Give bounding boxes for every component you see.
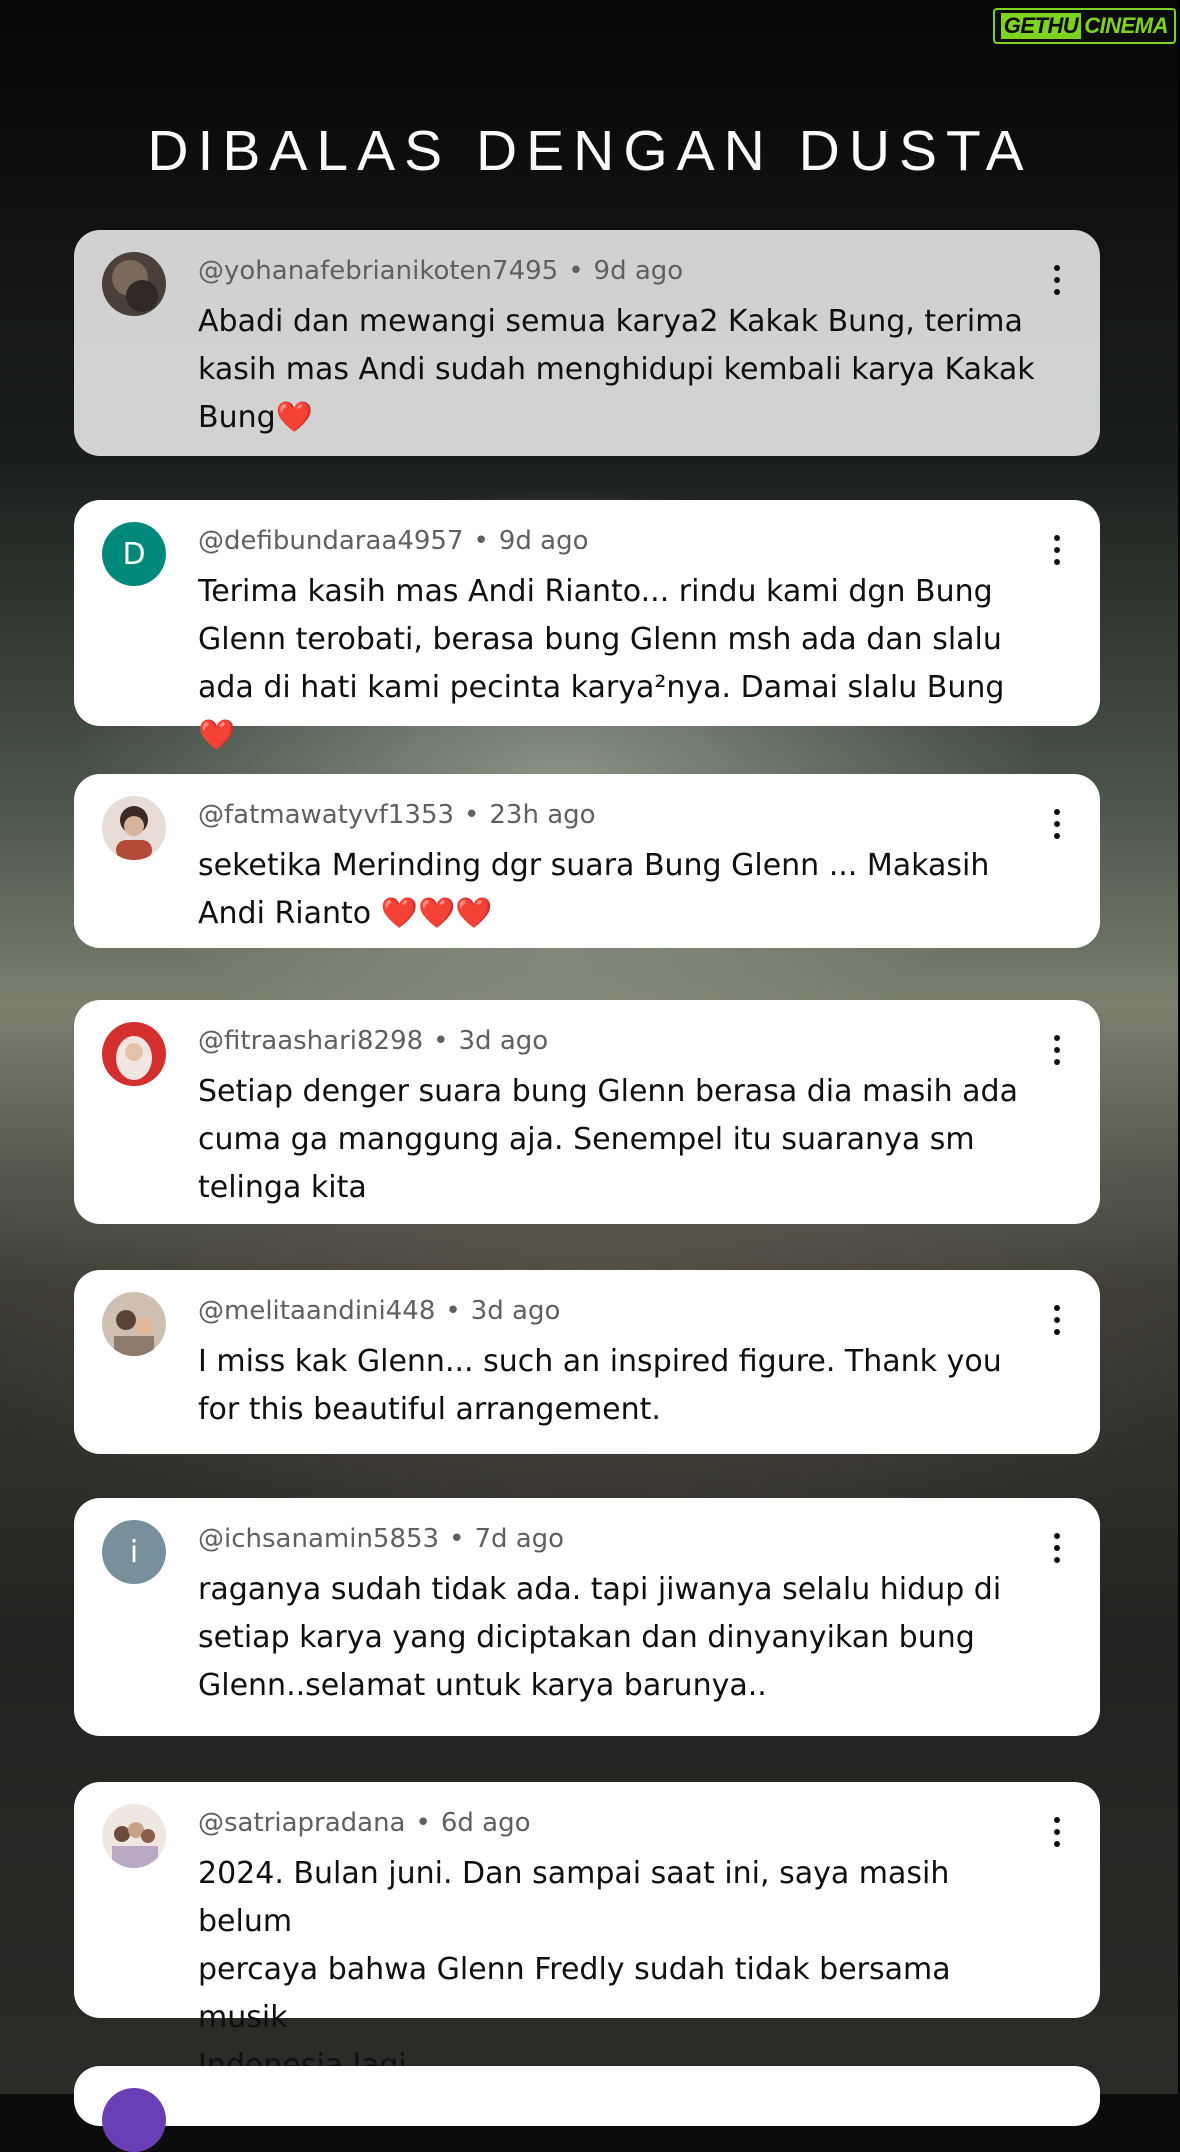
comment-author[interactable]: @fitraashari8298 <box>198 1026 423 1056</box>
meta-separator: • <box>473 526 489 556</box>
meta-separator: • <box>568 256 584 286</box>
comment-time: 9d ago <box>498 526 589 556</box>
comment-card: D @defibundaraa4957 • 9d ago Terima kasih … <box>74 500 1100 753</box>
more-options-icon[interactable] <box>1042 530 1072 570</box>
more-options-icon[interactable] <box>1042 1528 1072 1568</box>
comment-meta: @melitaandini448 • 3d ago <box>198 1296 560 1326</box>
avatar[interactable] <box>102 1804 166 1868</box>
comment-meta: @fatmawatyvf1353 • 23h ago <box>198 800 596 830</box>
more-options-icon[interactable] <box>1042 1812 1072 1852</box>
meta-separator: • <box>415 1808 431 1838</box>
comment-card: @melitaandini448 • 3d ago I miss kak Glenn… <box>74 1270 1100 1454</box>
avatar[interactable]: D <box>102 522 166 586</box>
watermark-part1: GETHU <box>1000 13 1082 39</box>
comment-text: raganya sudah tidak ada. tapi jiwanya se… <box>198 1572 1002 1703</box>
comment-meta: @defibundaraa4957 • 9d ago <box>198 526 589 556</box>
meta-separator: • <box>445 1296 461 1326</box>
comment-meta: @ichsanamin5853 • 7d ago <box>198 1524 564 1554</box>
comment-time: 23h ago <box>489 800 596 830</box>
comment-card: @fitraashari8298 • 3d ago Setiap denger su… <box>74 1000 1100 1224</box>
comment-text: seketika Merinding dgr suara Bung Glenn … <box>198 848 990 931</box>
comment-text: Setiap denger suara bung Glenn berasa di… <box>198 1074 1018 1205</box>
avatar[interactable] <box>102 796 166 860</box>
avatar-photo-icon <box>102 796 166 860</box>
comment-text: I miss kak Glenn... such an inspired fig… <box>198 1344 1002 1427</box>
comment-author[interactable]: @ichsanamin5853 <box>198 1524 439 1554</box>
comment-meta: @yohanafebrianikoten7495 • 9d ago <box>198 256 683 286</box>
more-options-icon[interactable] <box>1042 804 1072 844</box>
meta-separator: • <box>449 1524 465 1554</box>
avatar[interactable] <box>102 1292 166 1356</box>
comment-meta: @fitraashari8298 • 3d ago <box>198 1026 548 1056</box>
comment-card: @satriapradana • 6d ago 2024. Bulan juni. … <box>74 1782 1100 2083</box>
comment-card: i @ichsanamin5853 • 7d ago raganya sudah t… <box>74 1498 1100 1736</box>
comment-author[interactable]: @melitaandini448 <box>198 1296 435 1326</box>
comment-text: Terima kasih mas Andi Rianto... rindu ka… <box>198 574 1005 753</box>
comment-author[interactable]: @satriapradana <box>198 1808 406 1838</box>
comment-author[interactable]: @yohanafebrianikoten7495 <box>198 256 558 286</box>
comment-card: @fatmawatyvf1353 • 23h ago seketika Merind… <box>74 774 1100 948</box>
comment-author[interactable]: @fatmawatyvf1353 <box>198 800 454 830</box>
comment-text: Abadi dan mewangi semua karya2 Kakak Bun… <box>198 304 1035 435</box>
comment-card: @yohanafebrianikoten7495 • 9d ago Abadi da… <box>74 230 1100 456</box>
comment-text: 2024. Bulan juni. Dan sampai saat ini, s… <box>198 1856 951 2083</box>
meta-separator: • <box>464 800 480 830</box>
avatar[interactable]: i <box>102 1520 166 1584</box>
comment-time: 9d ago <box>593 256 684 286</box>
avatar-photo-icon <box>102 1804 166 1868</box>
avatar-photo-icon <box>102 1292 166 1356</box>
comment-time: 6d ago <box>440 1808 531 1838</box>
comment-time: 7d ago <box>474 1524 565 1554</box>
channel-watermark: GETHU CINEMA <box>992 8 1176 44</box>
more-options-icon[interactable] <box>1042 1030 1072 1070</box>
comment-time: 3d ago <box>458 1026 549 1056</box>
avatar-photo-icon <box>102 1022 166 1086</box>
more-options-icon[interactable] <box>1042 1300 1072 1340</box>
comment-meta: @satriapradana • 6d ago <box>198 1808 531 1838</box>
meta-separator: • <box>433 1026 449 1056</box>
comment-time: 3d ago <box>470 1296 561 1326</box>
more-options-icon[interactable] <box>1042 260 1072 300</box>
avatar-letter: i <box>129 1534 139 1570</box>
avatar-photo-icon <box>102 252 166 316</box>
avatar-letter: D <box>122 536 146 572</box>
avatar[interactable] <box>102 252 166 316</box>
comment-author[interactable]: @defibundaraa4957 <box>198 526 464 556</box>
video-title: DIBALAS DENGAN DUSTA <box>147 119 1033 183</box>
watermark-part2: CINEMA <box>1084 13 1168 38</box>
avatar[interactable] <box>102 1022 166 1086</box>
avatar[interactable] <box>102 2088 166 2152</box>
comment-card-partial <box>74 2066 1100 2152</box>
